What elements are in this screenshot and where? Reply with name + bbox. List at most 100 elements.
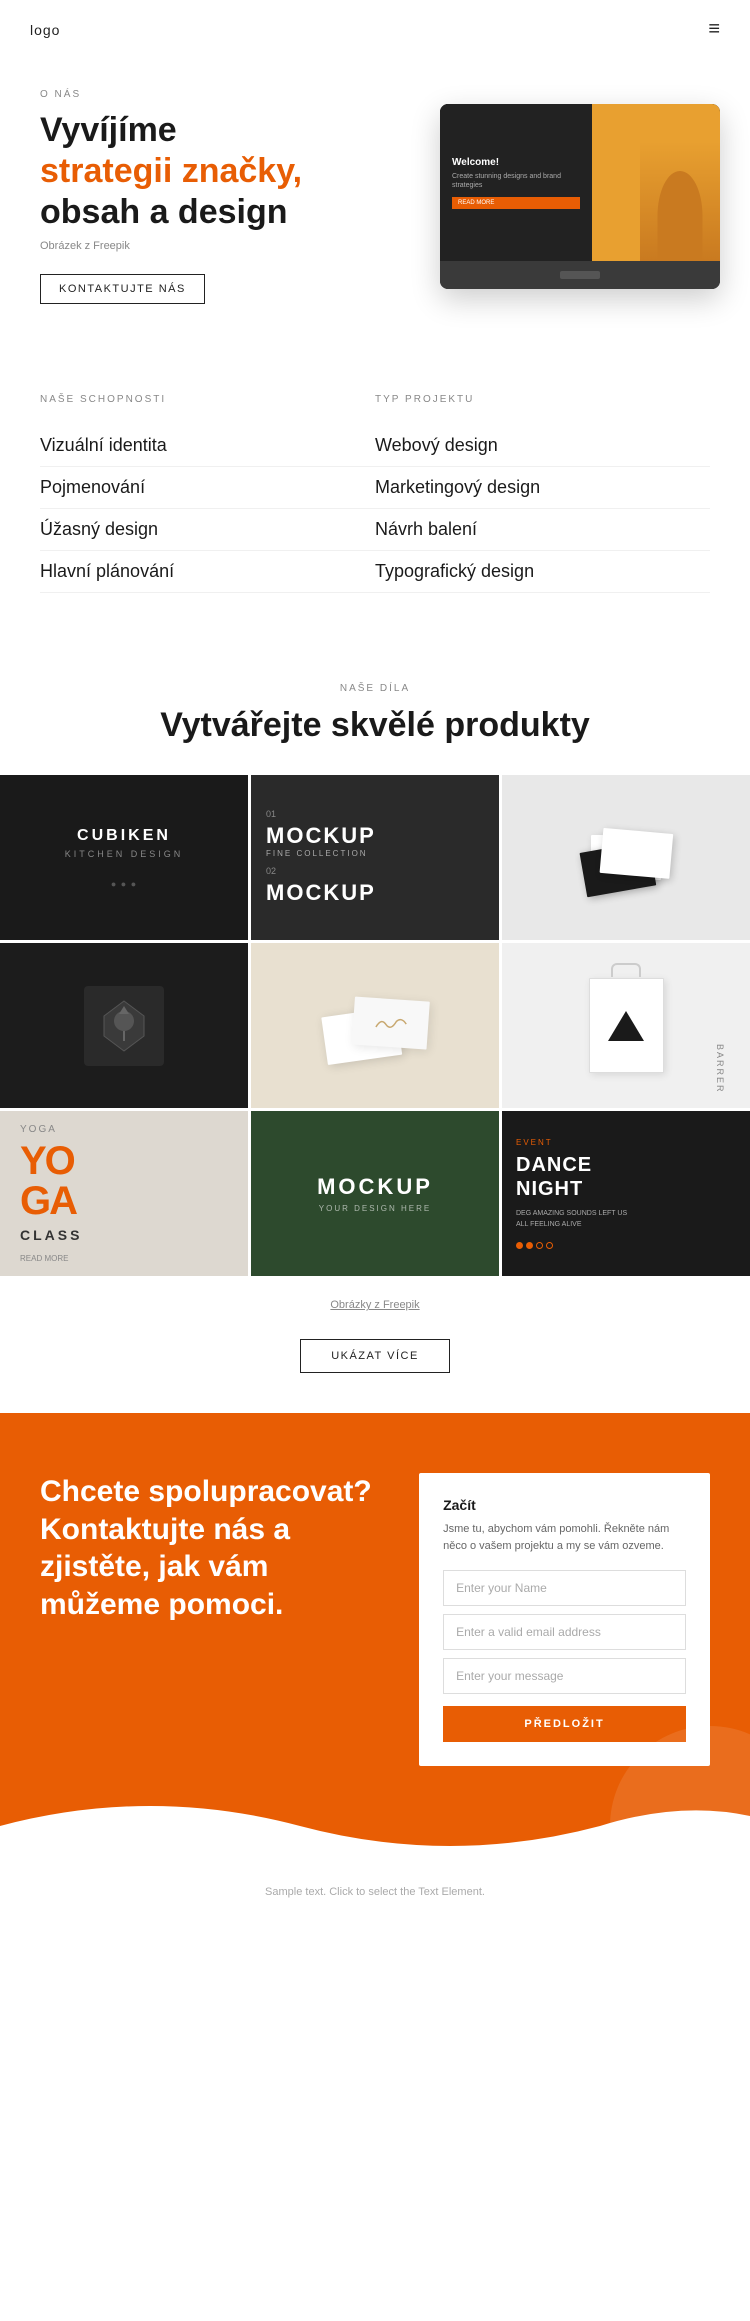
- hero-title-line3: obsah a design: [40, 193, 288, 231]
- portfolio-header: NAŠE DÍLA Vytvářejte skvělé produkty: [0, 683, 750, 745]
- hamburger-menu-icon[interactable]: ≡: [708, 18, 720, 41]
- dot4: [546, 1242, 553, 1249]
- form-section-label: Začít: [443, 1497, 686, 1513]
- footer: Sample text. Click to select the Text El…: [0, 1866, 750, 1918]
- portfolio-item-signature[interactable]: [251, 943, 499, 1108]
- dance-label: EVENT: [516, 1138, 553, 1147]
- mockup-main-title2: MOCKUP: [266, 880, 376, 906]
- mockup-main-title: MOCKUP: [266, 823, 376, 849]
- skills-grid: NAŠE SCHOPNOSTI Vizuální identita Pojmen…: [40, 394, 710, 593]
- lion-shape: [84, 986, 164, 1066]
- message-input[interactable]: [443, 1658, 686, 1694]
- portfolio-footer: Obrázky z Freepik UKÁZAT VÍCE: [0, 1279, 750, 1393]
- hero-title-line1: Vyvíjíme: [40, 111, 177, 149]
- dance-night: NIGHT: [516, 1179, 583, 1199]
- portfolio-item-yoga[interactable]: YOGA YO GA CLASS READ MORE: [0, 1111, 248, 1276]
- hero-title-line2: strategii značky,: [40, 152, 302, 190]
- laptop-mockup: Welcome! Create stunning designs and bra…: [440, 104, 720, 289]
- skill-item: Úžasný design: [40, 509, 375, 551]
- portfolio-grid: CUBIKEN KITCHEN DESIGN ● ● ● 01 MOCKUP F…: [0, 775, 750, 1279]
- bag-handle: [611, 963, 641, 977]
- screen-person-image: [640, 141, 720, 261]
- cta-title: Chcete spolupracovat? Kontaktujte nás a …: [40, 1473, 389, 1623]
- card-light: [600, 828, 674, 879]
- email-input[interactable]: [443, 1614, 686, 1650]
- skills-col2-label: TYP PROJEKTU: [375, 394, 710, 405]
- hero-image-block: Welcome! Create stunning designs and bra…: [390, 104, 720, 289]
- portfolio-title: Vytvářejte skvělé produkty: [0, 706, 750, 745]
- form-description: Jsme tu, abychom vám pomohli. Řekněte ná…: [443, 1521, 686, 1554]
- bag-shape: [589, 978, 664, 1073]
- bag-container: BARRER: [502, 943, 750, 1108]
- yoga-class-label: CLASS: [20, 1227, 82, 1243]
- cta-text-block: Chcete spolupracovat? Kontaktujte nás a …: [40, 1473, 389, 1623]
- dot3: [536, 1242, 543, 1249]
- yoga-ga-text: GA: [20, 1183, 76, 1219]
- cubiken-subtitle: KITCHEN DESIGN: [65, 849, 184, 859]
- hero-text-block: O NÁS Vyvíjíme strategii značky, obsah a…: [40, 89, 390, 304]
- yoga-desc: READ MORE: [20, 1253, 68, 1264]
- hero-title: Vyvíjíme strategii značky, obsah a desig…: [40, 110, 370, 232]
- contact-button[interactable]: KONTAKTUJTE NÁS: [40, 274, 205, 304]
- skill-item: Hlavní plánování: [40, 551, 375, 593]
- name-input[interactable]: [443, 1570, 686, 1606]
- laptop-screen: Welcome! Create stunning designs and bra…: [440, 104, 720, 261]
- dance-desc: DEG AMAZING SOUNDS LEFT USALL FEELING AL…: [516, 1209, 627, 1230]
- screen-welcome-text: Welcome!: [452, 157, 580, 168]
- hero-section: O NÁS Vyvíjíme strategii značky, obsah a…: [0, 59, 750, 344]
- dot1: [516, 1242, 523, 1249]
- freepik-credit-link[interactable]: Obrázky z Freepik: [20, 1299, 730, 1311]
- cubiken-content: CUBIKEN KITCHEN DESIGN ● ● ●: [65, 827, 184, 889]
- cta-content: Chcete spolupracovat? Kontaktujte nás a …: [40, 1473, 710, 1766]
- portfolio-item-dance[interactable]: EVENT DANCE NIGHT DEG AMAZING SOUNDS LEF…: [502, 1111, 750, 1276]
- dot2: [526, 1242, 533, 1249]
- screen-right-panel: [592, 104, 720, 261]
- yoga-class-text: YO: [20, 1143, 74, 1179]
- sig-card-2: [351, 996, 429, 1049]
- skill-item: Vizuální identita: [40, 425, 375, 467]
- cubiken-extra: ● ● ●: [65, 879, 184, 889]
- portfolio-item-cards[interactable]: B: [502, 775, 750, 940]
- mockup-collection: FINE COLLECTION: [266, 849, 368, 858]
- contact-form-box: Začít Jsme tu, abychom vám pomohli. Řekn…: [419, 1473, 710, 1766]
- dance-dots: [516, 1242, 553, 1249]
- portfolio-item-lion[interactable]: [0, 943, 248, 1108]
- skill-item: Marketingový design: [375, 467, 710, 509]
- portfolio-label: NAŠE DÍLA: [0, 683, 750, 694]
- portfolio-item-bag[interactable]: BARRER: [502, 943, 750, 1108]
- skills-col1-label: NAŠE SCHOPNOSTI: [40, 394, 375, 405]
- portfolio-item-mockup[interactable]: 01 MOCKUP FINE COLLECTION 02 MOCKUP: [251, 775, 499, 940]
- signature-cards: [251, 943, 499, 1108]
- mockup2-title: MOCKUP: [317, 1174, 433, 1200]
- skill-item: Webový design: [375, 425, 710, 467]
- portfolio-item-mockup2[interactable]: MOCKUP YOUR DESIGN HERE: [251, 1111, 499, 1276]
- skill-item: Typografický design: [375, 551, 710, 593]
- mockup-row1: 01: [266, 809, 282, 819]
- screen-left-panel: Welcome! Create stunning designs and bra…: [440, 104, 592, 261]
- show-more-button[interactable]: UKÁZAT VÍCE: [300, 1339, 450, 1373]
- submit-button[interactable]: PŘEDLOŽIT: [443, 1706, 686, 1742]
- skill-item: Pojmenování: [40, 467, 375, 509]
- laptop-base: [440, 261, 720, 289]
- logo: logo: [30, 22, 60, 38]
- hero-subtitle: Obrázek z Freepik: [40, 240, 370, 252]
- cta-form-block: Začít Jsme tu, abychom vám pomohli. Řekn…: [419, 1473, 710, 1766]
- cards-container: B: [502, 775, 750, 940]
- hero-label: O NÁS: [40, 89, 370, 100]
- skills-col-2: TYP PROJEKTU Webový design Marketingový …: [375, 394, 710, 593]
- skill-item: Návrh balení: [375, 509, 710, 551]
- header: logo ≡: [0, 0, 750, 59]
- bag-brand-text: BARRER: [715, 1044, 725, 1094]
- mockup-row2: 02: [266, 866, 282, 876]
- portfolio-item-cubiken[interactable]: CUBIKEN KITCHEN DESIGN ● ● ●: [0, 775, 248, 940]
- hero-image-credit: Obrázek z Freepik: [40, 240, 130, 252]
- dance-title: DANCE: [516, 1155, 592, 1175]
- mockup2-sub: YOUR DESIGN HERE: [319, 1204, 431, 1213]
- yoga-label: YOGA: [20, 1124, 57, 1135]
- footer-text: Sample text. Click to select the Text El…: [40, 1886, 710, 1898]
- screen-read-more: READ MORE: [452, 197, 580, 209]
- cubiken-title: CUBIKEN: [65, 827, 184, 845]
- screen-description: Create stunning designs and brand strate…: [452, 172, 580, 192]
- portfolio-section: NAŠE DÍLA Vytvářejte skvělé produkty CUB…: [0, 643, 750, 1393]
- cta-section: Chcete spolupracovat? Kontaktujte nás a …: [0, 1413, 750, 1866]
